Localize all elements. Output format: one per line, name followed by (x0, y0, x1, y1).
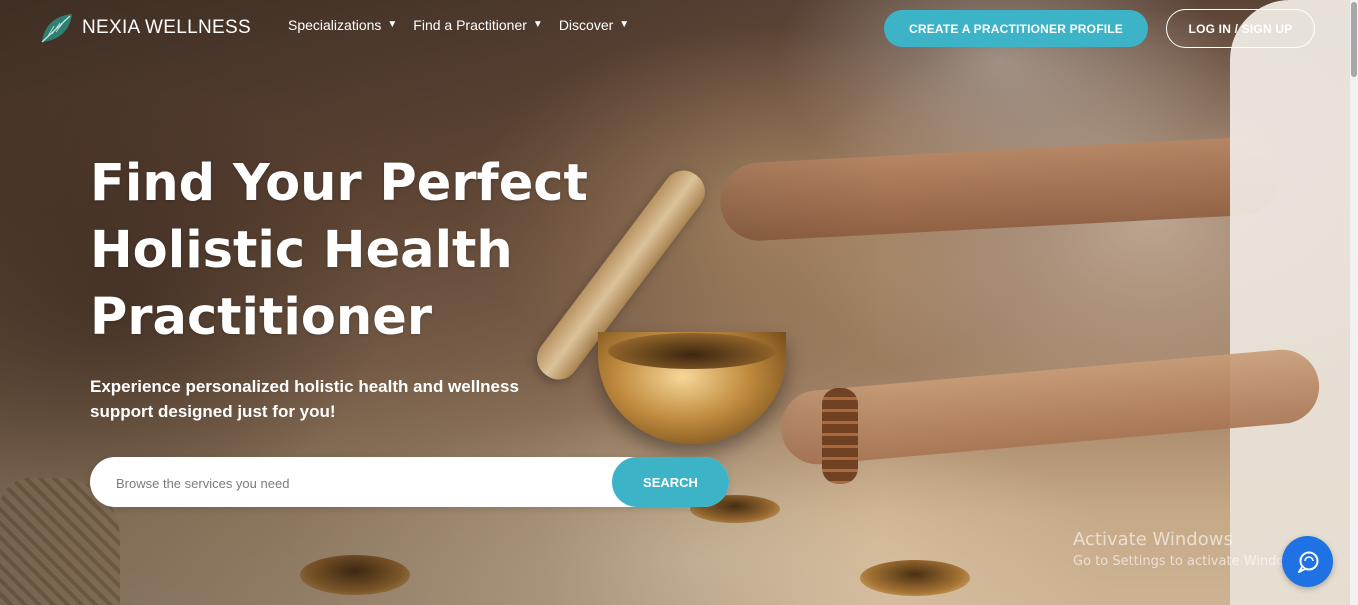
leaf-logo-icon (41, 14, 72, 43)
search-button[interactable]: SEARCH (612, 457, 729, 507)
brand-name: NEXIA WELLNESS (82, 17, 251, 38)
caret-down-icon: ▼ (619, 19, 630, 30)
hero-image-singing-bowl-rim (608, 333, 776, 369)
nav-discover[interactable]: Discover ▼ (559, 17, 629, 33)
hero-title: Find Your Perfect Holistic Health Practi… (90, 150, 590, 351)
hero-title-line: Find Your Perfect (90, 154, 588, 213)
chat-support-icon (1297, 551, 1318, 573)
service-search-bar: SEARCH (90, 457, 729, 509)
nav-specializations[interactable]: Specializations ▼ (288, 17, 397, 33)
hero-subtitle: Experience personalized holistic health … (90, 374, 550, 424)
windows-activation-watermark: Activate Windows Go to Settings to activ… (1073, 528, 1306, 572)
service-search-input[interactable] (114, 457, 608, 509)
nav-label: Find a Practitioner (413, 17, 527, 33)
nav-label: Specializations (288, 17, 382, 33)
nav-label: Discover (558, 17, 614, 33)
hero-title-line: Holistic Health (90, 221, 513, 280)
page-scrollbar[interactable] (1350, 0, 1358, 605)
watermark-title: Activate Windows (1073, 529, 1233, 550)
create-practitioner-profile-button[interactable]: CREATE A PRACTITIONER PROFILE (884, 10, 1148, 47)
hero-image-bracelet (822, 388, 858, 484)
nav-find-practitioner[interactable]: Find a Practitioner ▼ (413, 17, 543, 33)
caret-down-icon: ▼ (387, 19, 398, 30)
main-nav: Specializations ▼ Find a Practitioner ▼ … (288, 17, 629, 33)
brand-logo[interactable]: NEXIA WELLNESS (40, 12, 251, 44)
caret-down-icon: ▼ (532, 19, 543, 30)
hero-subtitle-line: support designed just for you! (90, 402, 336, 421)
scrollbar-thumb[interactable] (1351, 2, 1357, 77)
hero-title-line: Practitioner (90, 288, 432, 347)
page: NEXIA WELLNESS Specializations ▼ Find a … (0, 0, 1358, 605)
login-signup-button[interactable]: LOG IN / SIGN UP (1166, 9, 1315, 48)
hero-subtitle-line: Experience personalized holistic health … (90, 377, 519, 396)
chat-support-button[interactable] (1282, 536, 1333, 587)
watermark-subtitle: Go to Settings to activate Windows. (1073, 554, 1306, 569)
site-header: NEXIA WELLNESS Specializations ▼ Find a … (0, 0, 1350, 58)
